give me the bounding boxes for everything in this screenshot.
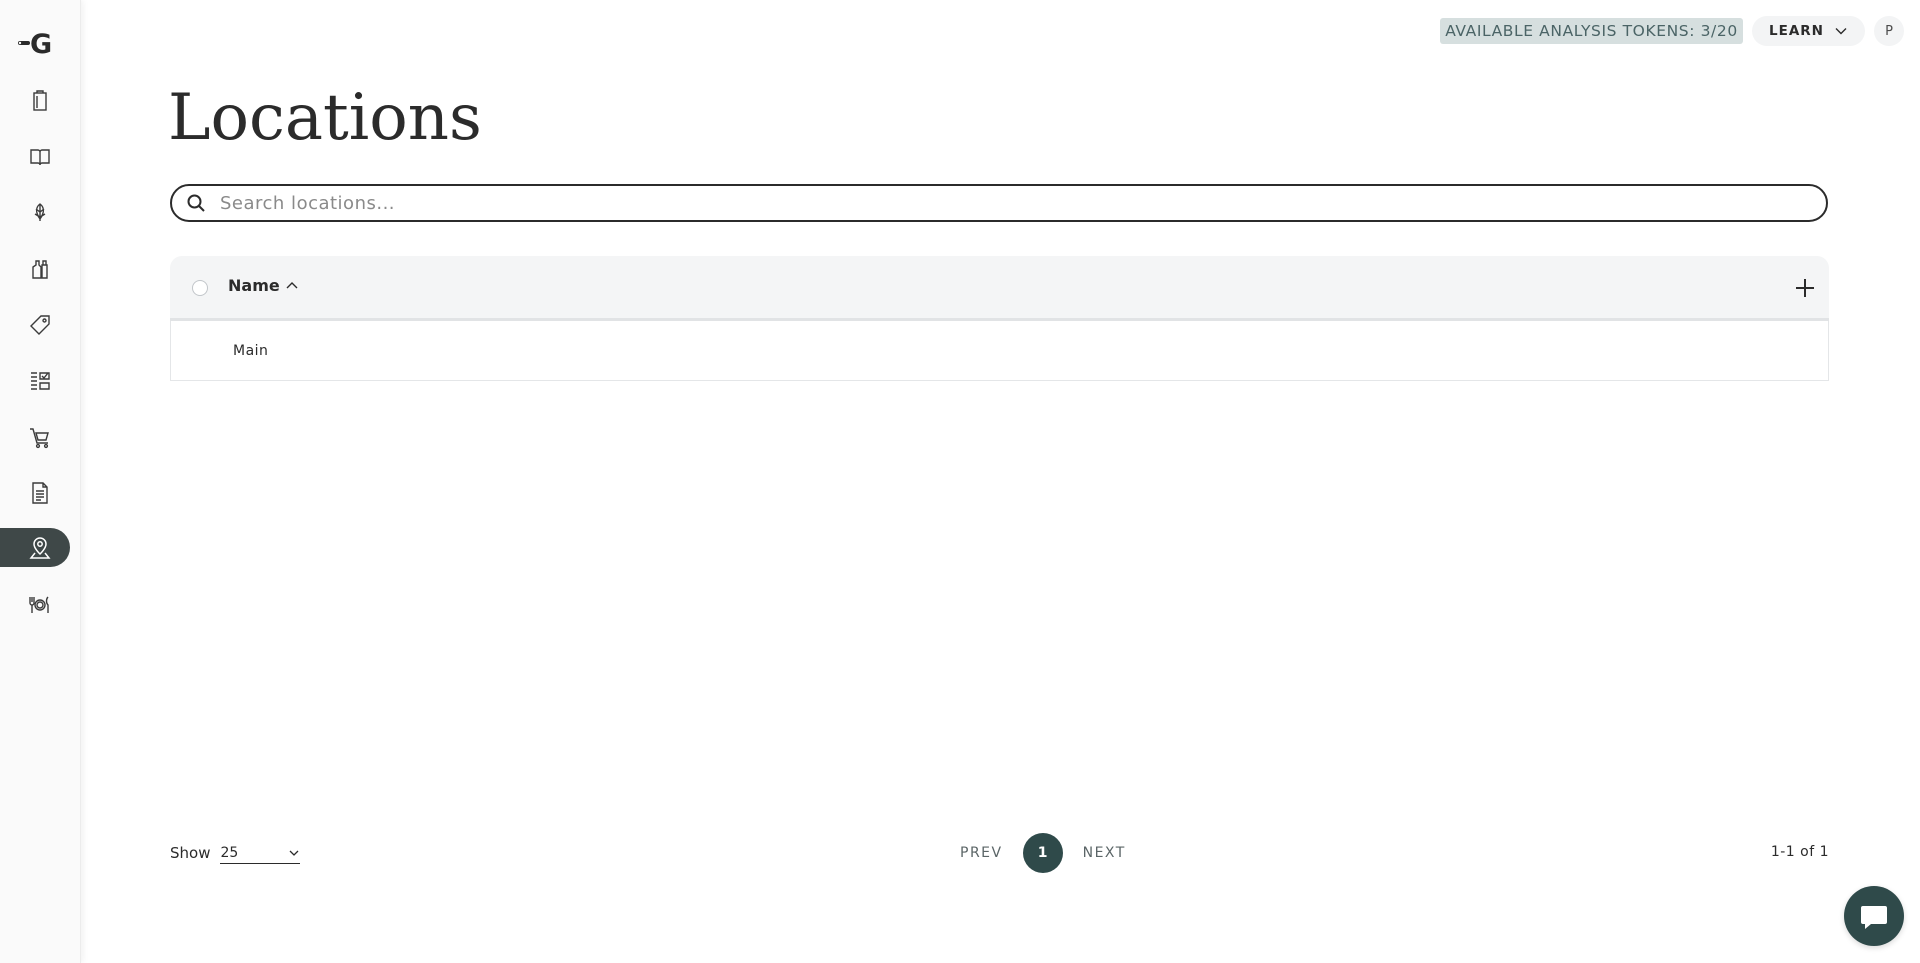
sidebar-item-bottles[interactable] [0, 249, 70, 288]
plus-icon [1796, 279, 1814, 297]
sort-ascending-icon [286, 281, 298, 288]
location-icon [29, 536, 51, 559]
sidebar-item-tag[interactable] [0, 305, 70, 344]
avatar[interactable]: P [1874, 16, 1904, 46]
hop-icon [34, 202, 46, 221]
learn-label: LEARN [1769, 23, 1824, 39]
sidebar-item-hop[interactable] [0, 193, 70, 232]
analysis-tokens-badge: AVAILABLE ANALYSIS TOKENS: 3/20 [1440, 18, 1743, 44]
column-header-name[interactable]: Name [228, 276, 298, 295]
page-title: Locations [168, 81, 482, 155]
bottles-icon [32, 259, 48, 279]
table-header: Name [170, 256, 1829, 321]
sidebar-item-document[interactable] [0, 473, 70, 512]
search-icon [187, 194, 205, 212]
checklist-icon [31, 371, 50, 390]
chevron-down-icon [1835, 28, 1847, 35]
page-number-button[interactable]: 1 [1022, 833, 1063, 873]
search-bar [170, 184, 1828, 222]
sidebar-item-locations[interactable] [0, 528, 70, 567]
table-row[interactable]: Main [170, 321, 1829, 381]
location-name-cell: Main [233, 343, 269, 359]
learn-dropdown[interactable]: LEARN [1752, 16, 1865, 46]
chat-bubble-icon [1861, 906, 1887, 929]
sidebar-item-checklist[interactable] [0, 361, 70, 400]
dining-icon [29, 596, 49, 613]
results-count: 1-1 of 1 [1770, 844, 1829, 860]
sidebar-item-book[interactable] [0, 137, 70, 176]
sidebar-item-dining[interactable] [0, 585, 70, 624]
column-header-label: Name [228, 276, 280, 295]
page-size-value: 25 [220, 844, 239, 861]
page-size-control: Show 25 [170, 842, 301, 864]
chat-button[interactable] [1844, 886, 1904, 946]
show-label: Show [170, 844, 211, 862]
book-icon [30, 148, 50, 165]
sidebar-item-cart[interactable] [0, 417, 70, 456]
svg-text:G: G [30, 29, 52, 58]
sidebar: G [0, 0, 81, 963]
select-all-radio[interactable] [192, 280, 208, 296]
chevron-down-icon [290, 850, 299, 856]
clipboard-icon [33, 89, 47, 111]
search-input[interactable] [218, 191, 1782, 215]
document-icon [32, 481, 48, 504]
next-button[interactable]: NEXT [1083, 845, 1126, 861]
page-size-select[interactable]: 25 [220, 842, 301, 864]
add-location-button[interactable] [1791, 274, 1819, 302]
pagination: PREV 1 NEXT [960, 832, 1126, 874]
cart-icon [30, 427, 49, 448]
sidebar-item-clipboard[interactable] [0, 81, 70, 120]
prev-button[interactable]: PREV [960, 845, 1003, 861]
logo-icon: G [18, 29, 52, 60]
logo[interactable]: G [16, 28, 66, 60]
tag-icon [30, 314, 50, 335]
